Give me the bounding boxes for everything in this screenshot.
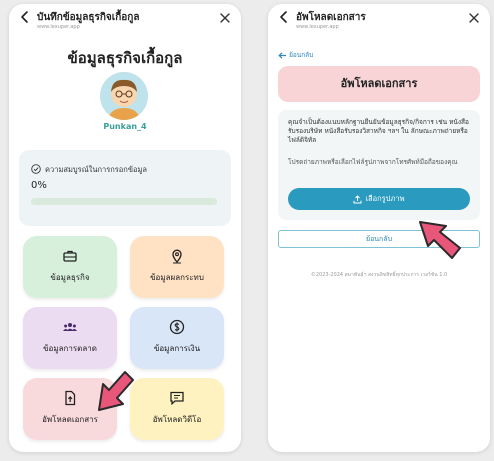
window-title: บันทึกข้อมูลธุรกิจเกื้อกูล <box>37 12 140 23</box>
map-pin-icon <box>172 249 182 264</box>
arrow-left-icon <box>278 51 286 59</box>
back-chevron-icon[interactable] <box>278 10 290 24</box>
upload-video-tile[interactable]: อัพโหลดวิดีโอ <box>130 378 224 440</box>
back-link[interactable]: ย้อนกลับ <box>278 50 313 60</box>
upload-description: คุณจำเป็นต้องแนบหลักฐานยืนยันข้อมูลธุรกิ… <box>288 118 469 144</box>
file-upload-icon <box>65 390 76 406</box>
users-icon <box>63 323 77 331</box>
business-info-tile[interactable]: ข้อมูลธุรกิจ <box>23 236 117 298</box>
business-info-screen: บันทึกข้อมูลธุรกิจเกื้อกูล www.lexuper.a… <box>9 4 241 452</box>
avatar <box>100 72 148 120</box>
footer-copyright: ©2023-2024 สมาพันธ์ฯ สงวนลิขสิทธิ์ทุกประ… <box>310 272 448 278</box>
back-chevron-icon[interactable] <box>19 10 31 24</box>
page-title: ข้อมูลธุรกิจเกื้อกูล <box>67 49 183 67</box>
window-url: www.lexuper.app <box>296 24 339 30</box>
upload-icon <box>353 194 362 203</box>
briefcase-icon <box>63 250 77 262</box>
tile-label: ข้อมูลการตลาด <box>43 344 97 353</box>
completeness-progress-bar <box>31 198 217 205</box>
tile-label: ข้อมูลธุรกิจ <box>50 273 90 282</box>
choose-image-label: เลือกรูปภาพ <box>365 194 405 203</box>
finance-info-tile[interactable]: ข้อมูลการเงิน <box>130 307 224 369</box>
tile-label: อัพโหลดวิดีโอ <box>152 415 202 424</box>
close-icon[interactable] <box>219 12 231 24</box>
top-bar: อัพโหลดเอกสาร www.lexuper.app <box>268 4 490 38</box>
tile-label: อัพโหลดเอกสาร <box>42 415 98 424</box>
top-bar: บันทึกข้อมูลธุรกิจเกื้อกูล www.lexuper.a… <box>9 4 241 38</box>
avatar-illustration-icon <box>100 72 148 120</box>
pointer-arrow-icon <box>98 371 134 411</box>
completeness-value: 0% <box>31 180 47 191</box>
upload-document-screen: อัพโหลดเอกสาร www.lexuper.app ย้อนกลับ อ… <box>268 4 490 452</box>
window-url: www.lexuper.app <box>37 24 80 30</box>
window-title: อัพโหลดเอกสาร <box>296 12 366 23</box>
marketing-info-tile[interactable]: ข้อมูลการตลาด <box>23 307 117 369</box>
video-message-icon <box>170 391 184 406</box>
close-icon[interactable] <box>468 12 480 24</box>
completeness-label: ความสมบูรณ์ในการกรอกข้อมูล <box>45 165 148 174</box>
tile-label: ข้อมูลผลกระทบ <box>150 273 204 282</box>
check-circle-icon <box>31 164 41 174</box>
tile-label: ข้อมูลการเงิน <box>153 344 201 353</box>
pointer-arrow-icon <box>419 221 461 259</box>
impact-info-tile[interactable]: ข้อมูลผลกระทบ <box>130 236 224 298</box>
choose-image-button[interactable]: เลือกรูปภาพ <box>288 188 470 210</box>
upload-title-banner: อัพโหลดเอกสาร <box>278 66 480 102</box>
dollar-icon <box>169 319 185 335</box>
username: Punkan_4 <box>103 122 147 131</box>
back-link-label: ย้อนกลับ <box>289 51 314 59</box>
upload-card: คุณจำเป็นต้องแนบหลักฐานยืนยันข้อมูลธุรกิ… <box>278 110 480 220</box>
completeness-card: ความสมบูรณ์ในการกรอกข้อมูล 0% <box>19 150 231 226</box>
upload-hint: โปรดถ่ายภาพหรือเลือกไฟล์รูปภาพจากโทรศัพท… <box>288 158 458 166</box>
